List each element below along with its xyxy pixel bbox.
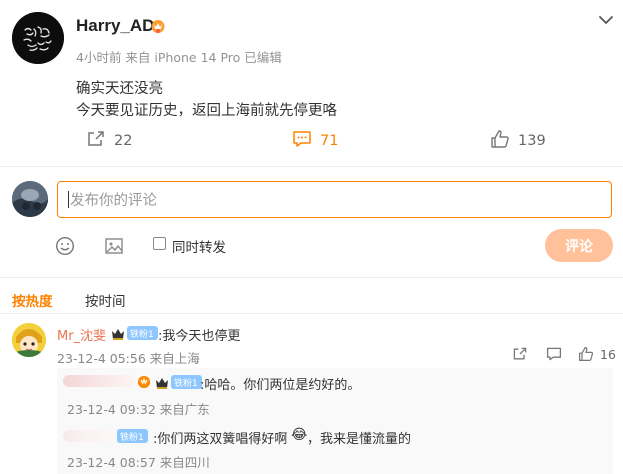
emoji-icon[interactable] [55,236,75,256]
comment-icon [292,129,320,153]
fan-badge: 铁粉1 [171,375,202,389]
comment-icon [546,347,562,361]
comment-count: 71 [320,133,339,149]
comment-text: :我今天也停更 [158,329,241,344]
fan-badge: 铁粉1 [117,429,148,443]
divider [0,277,623,278]
tab-sort-time[interactable]: 按时间 [85,290,126,310]
repost-count: 22 [114,133,133,149]
submit-comment-button[interactable]: 评论 [545,229,613,262]
repost-button[interactable]: 22 [86,128,132,154]
comment-button[interactable]: 71 [292,128,338,154]
comment-meta: 23-12-4 05:56 来自上海 [57,351,200,366]
chevron-down-icon[interactable] [598,12,614,28]
comment-placeholder: 发布你的评论 [70,193,157,209]
like-icon [579,347,594,361]
like-icon [490,129,518,153]
comment-like-button[interactable]: 16 [578,346,616,362]
like-button[interactable]: 139 [490,128,546,154]
vip-badge-icon [137,374,151,389]
crown-icon [111,326,125,340]
current-user-avatar[interactable] [12,181,48,217]
comment-like-count: 16 [600,346,616,362]
comment-reply-button[interactable] [546,346,562,362]
reply-meta: 23-12-4 09:32 来自广东 [67,402,210,417]
reply-text: :你们两这双簧唱得好啊 [153,432,288,447]
fan-badge: 铁粉1 [127,326,158,340]
repost-checkbox[interactable] [153,237,166,250]
text-caret [68,191,69,208]
image-icon[interactable] [104,236,124,256]
commenter-name[interactable]: Mr_沈斐 [57,325,106,344]
reply-meta: 23-12-4 08:57 来自四川 [67,455,210,470]
vip-badge-icon [150,18,166,34]
fan-badge-label: 铁粉1 [120,432,144,443]
author-avatar[interactable] [12,12,64,64]
like-count: 139 [518,133,546,149]
divider [0,313,623,314]
author-name[interactable]: Harry_AD [76,16,154,36]
reply-author-redacted[interactable] [63,375,135,387]
post-body-line-1: 确实天还没亮 [76,81,163,97]
fan-badge-label: 铁粉1 [130,329,154,340]
commenter-avatar[interactable] [12,323,46,357]
repost-icon [513,347,527,360]
repost-label[interactable]: 同时转发 [172,236,226,256]
post-meta: 4小时前 来自 iPhone 14 Pro 已编辑 [76,50,282,65]
crown-icon [155,375,169,389]
divider [0,166,623,167]
laughing-emoji-icon: 😂 [291,427,308,443]
reply-author-redacted[interactable] [63,430,115,442]
repost-icon [86,129,114,153]
fan-badge-label: 铁粉1 [174,378,198,389]
post-body-line-2: 今天要见证历史，返回上海前就先停更咯 [76,103,337,119]
tab-sort-hot[interactable]: 按热度 [12,290,53,310]
reply-text: :哈哈。你们两位是约好的。 [200,378,361,393]
reply-text-continued: ，我来是懂流量的 [307,432,412,447]
comment-repost-button[interactable] [512,346,528,362]
comment-input[interactable]: 发布你的评论 [57,181,612,218]
